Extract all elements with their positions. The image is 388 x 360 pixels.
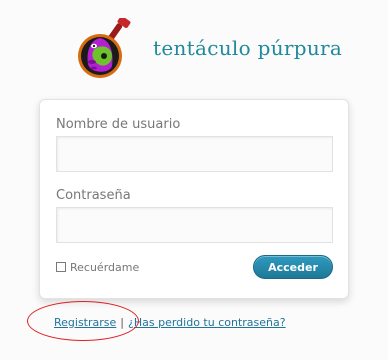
username-label: Nombre de usuario	[56, 117, 181, 132]
logo-icon[interactable]	[74, 16, 138, 82]
password-label: Contraseña	[56, 188, 131, 203]
register-link[interactable]: Registrarse	[54, 316, 116, 329]
site-title[interactable]: tentáculo púrpura	[153, 36, 342, 60]
username-input[interactable]	[56, 136, 333, 172]
remember-me[interactable]: Recuérdame	[56, 260, 139, 274]
lost-password-link[interactable]: ¿Has perdido tu contraseña?	[128, 316, 286, 329]
password-input[interactable]	[56, 207, 333, 243]
site-header: tentáculo púrpura	[74, 16, 342, 82]
nav-separator: |	[120, 316, 125, 329]
login-nav: Registrarse | ¿Has perdido tu contraseña?	[54, 316, 286, 329]
remember-label[interactable]: Recuérdame	[70, 261, 139, 274]
login-button[interactable]: Acceder	[253, 255, 333, 279]
remember-checkbox[interactable]	[56, 262, 66, 272]
login-form: Nombre de usuario Contraseña Recuérdame …	[39, 99, 349, 299]
